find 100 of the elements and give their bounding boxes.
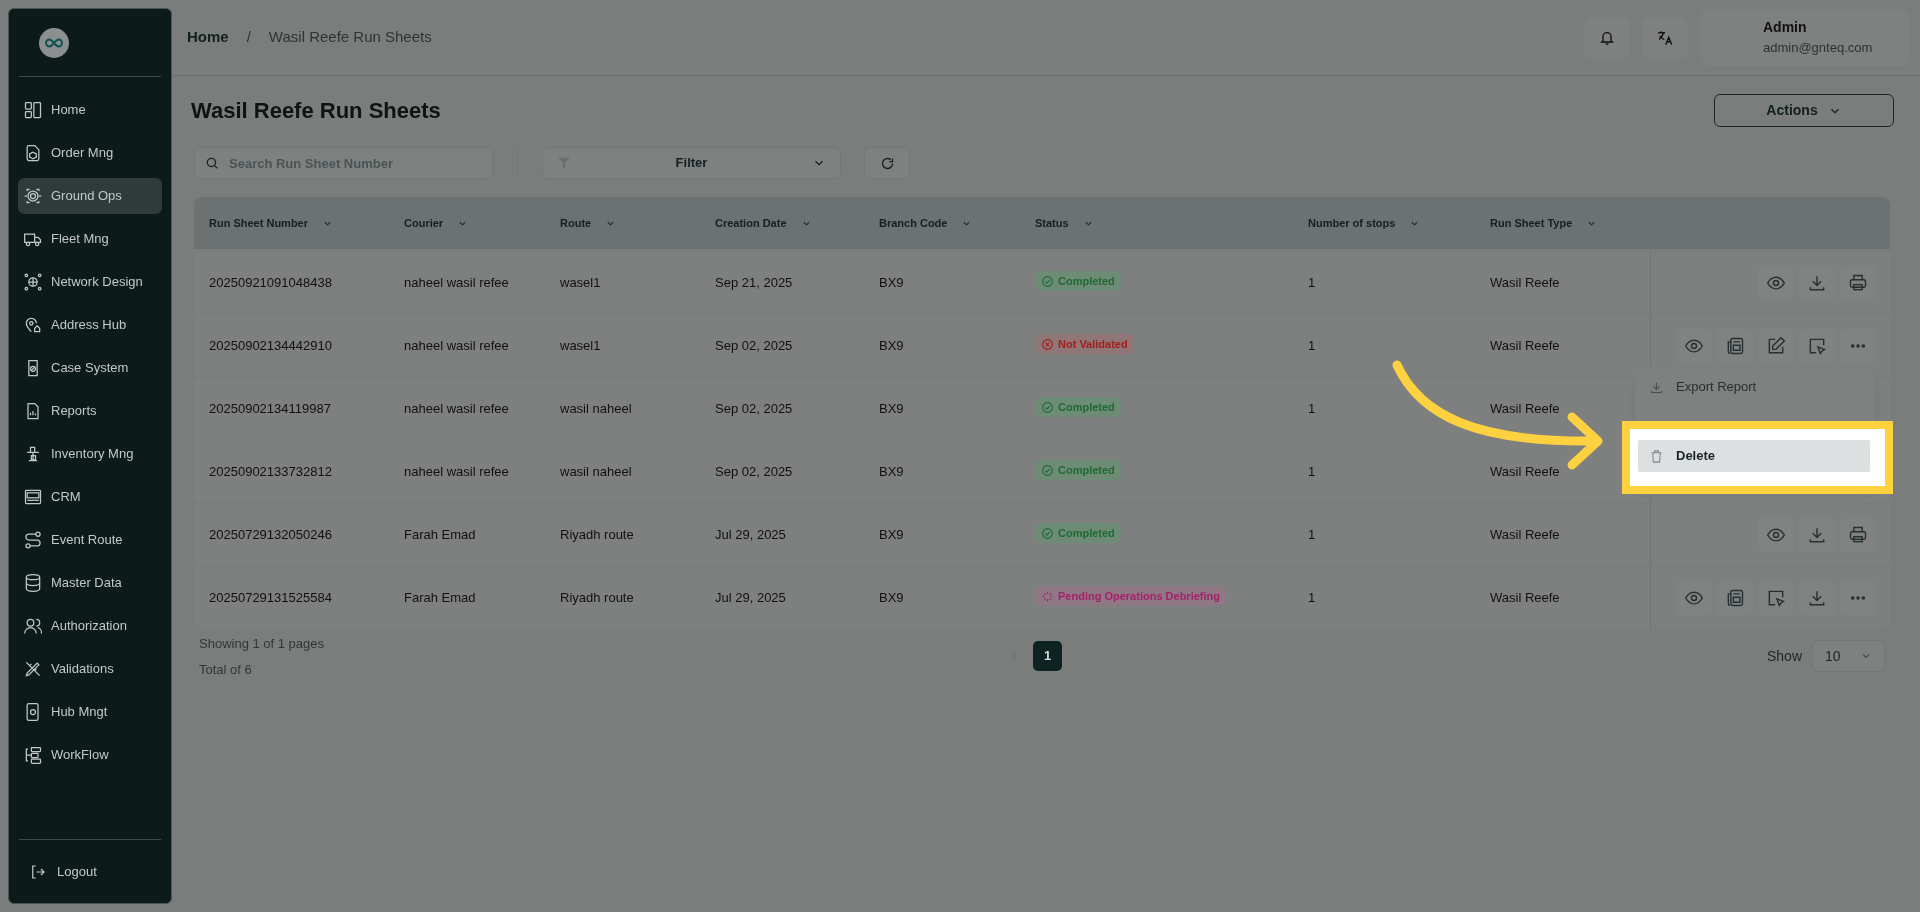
table-cell-text: naheel wasil refee	[404, 399, 510, 418]
gear-icon	[23, 186, 43, 206]
page-size-select[interactable]: 10	[1812, 640, 1885, 672]
newspaper-button[interactable]	[1717, 328, 1753, 363]
sidebar-item[interactable]: Authorization	[18, 608, 162, 644]
table-cell-text: 20250729131525584	[209, 588, 333, 607]
table-cell-text: wasel1	[560, 336, 602, 355]
download-button[interactable]	[1799, 517, 1835, 552]
table-cell-text: BX9	[879, 462, 905, 481]
sidebar-item[interactable]: Fleet Mng	[18, 221, 162, 257]
edit-button[interactable]	[1758, 328, 1794, 363]
total-count: Total of 6	[199, 660, 253, 679]
table-cell-text: Wasil Reefe	[1490, 336, 1561, 355]
refresh-button[interactable]	[864, 147, 910, 179]
table-cell-text: BX9	[879, 588, 905, 607]
database-icon	[23, 573, 43, 593]
sidebar-item[interactable]: Hub Mngt	[18, 694, 162, 730]
table-cell-text: Riyadh route	[560, 525, 635, 544]
translate-icon	[1656, 28, 1674, 47]
table-cell-text: naheel wasil refee	[404, 336, 510, 355]
table-cell-text: 20250921091048438	[209, 273, 333, 292]
spinner-icon	[1041, 589, 1054, 603]
download-button[interactable]	[1799, 580, 1835, 615]
table-cell-text: Sep 02, 2025	[715, 336, 794, 355]
table-cell-text: Wasil Reefe	[1490, 399, 1561, 418]
cursor-box-button[interactable]	[1799, 328, 1835, 363]
eye-button[interactable]	[1676, 580, 1712, 615]
breadcrumb-current: Wasil Reefe Run Sheets	[268, 27, 432, 48]
table-cell-text: BX9	[879, 273, 905, 292]
eye-button[interactable]	[1676, 328, 1712, 363]
table-cell-text: 1	[1308, 336, 1317, 355]
user-name: Admin	[1763, 18, 1808, 38]
status-badge: Pending Operations Debriefing	[1035, 586, 1226, 606]
status-badge: Not Validated	[1035, 334, 1134, 354]
sidebar-item[interactable]: Network Design	[18, 264, 162, 300]
user-email: admin@gnteq.com	[1763, 39, 1874, 58]
cursor-box-button[interactable]	[1758, 580, 1794, 615]
actions-button[interactable]: Actions	[1714, 94, 1894, 127]
table-cell-text: Sep 02, 2025	[715, 399, 794, 418]
breadcrumb-link[interactable]: Home	[187, 26, 229, 49]
sidebar-item[interactable]: Reports	[18, 393, 162, 429]
page-size-label: Show	[1766, 646, 1802, 666]
sidebar-item[interactable]: Inventory Mng	[18, 436, 162, 472]
notification-button[interactable]	[1584, 16, 1630, 59]
more-icon	[1851, 595, 1865, 600]
menu-item[interactable]: Export Report	[1635, 371, 1875, 403]
table-cell-text: Sep 21, 2025	[715, 273, 794, 292]
sidebar-item[interactable]: Event Route	[18, 522, 162, 558]
more-icon	[1851, 343, 1865, 348]
table-cell-text: Farah Emad	[404, 588, 477, 607]
table-cell-text: 1	[1308, 525, 1317, 544]
search-icon	[205, 156, 219, 170]
sidebar-item[interactable]: Order Mng	[18, 135, 162, 171]
newspaper-button[interactable]	[1717, 580, 1753, 615]
sidebar-item[interactable]: WorkFlow	[18, 737, 162, 773]
users-icon	[23, 616, 43, 636]
logout-button[interactable]: Logout	[19, 861, 107, 882]
printer-button[interactable]	[1840, 265, 1876, 300]
breadcrumb-separator: /	[246, 27, 251, 48]
more-button[interactable]	[1840, 328, 1876, 363]
table-cell-text: 20250902134442910	[209, 336, 333, 355]
printer-button[interactable]	[1840, 517, 1876, 552]
check-circle-icon	[1041, 400, 1054, 414]
refresh-icon	[879, 155, 895, 171]
sidebar-item[interactable]: Case System	[18, 350, 162, 386]
download-button[interactable]	[1799, 265, 1835, 300]
table-cell-text: 1	[1308, 399, 1317, 418]
more-button[interactable]	[1840, 580, 1876, 615]
filter-dropdown[interactable]: Filter	[542, 147, 841, 179]
language-button[interactable]	[1642, 16, 1688, 59]
crm-icon	[23, 487, 43, 507]
table-cell-text: BX9	[879, 399, 905, 418]
menu-item[interactable]: Delete	[1638, 440, 1870, 472]
page-button[interactable]: 1	[1033, 641, 1062, 671]
table-cell-text: Jul 29, 2025	[715, 588, 787, 607]
eye-button[interactable]	[1758, 265, 1794, 300]
status-badge: Completed	[1035, 523, 1121, 543]
table-cell-text: 20250729132050246	[209, 525, 333, 544]
table-cell-text: BX9	[879, 525, 905, 544]
check-circle-icon	[1041, 463, 1054, 477]
edit-icon	[1766, 335, 1786, 356]
check-circle-icon	[1041, 274, 1054, 288]
sidebar-item[interactable]: CRM	[18, 479, 162, 515]
status-badge: Completed	[1035, 397, 1121, 417]
table-cell-text: Wasil Reefe	[1490, 462, 1561, 481]
logo-icon	[39, 27, 69, 58]
grid-icon	[23, 100, 43, 120]
table-cell-text: Jul 29, 2025	[715, 525, 787, 544]
sidebar-item[interactable]: Master Data	[18, 565, 162, 601]
newspaper-icon	[1725, 587, 1745, 608]
workflow-icon	[23, 745, 43, 765]
table-cell-text: BX9	[879, 336, 905, 355]
eye-button[interactable]	[1758, 517, 1794, 552]
sidebar-item[interactable]: Validations	[18, 651, 162, 687]
user-card[interactable]: Admin admin@gnteq.com	[1700, 9, 1910, 66]
table-cell-text: Sep 02, 2025	[715, 462, 794, 481]
sidebar-item[interactable]: Home	[18, 92, 162, 128]
table-cell-text: 1	[1308, 462, 1317, 481]
sidebar-item[interactable]: Ground Ops	[18, 178, 162, 214]
sidebar-item[interactable]: Address Hub	[18, 307, 162, 343]
